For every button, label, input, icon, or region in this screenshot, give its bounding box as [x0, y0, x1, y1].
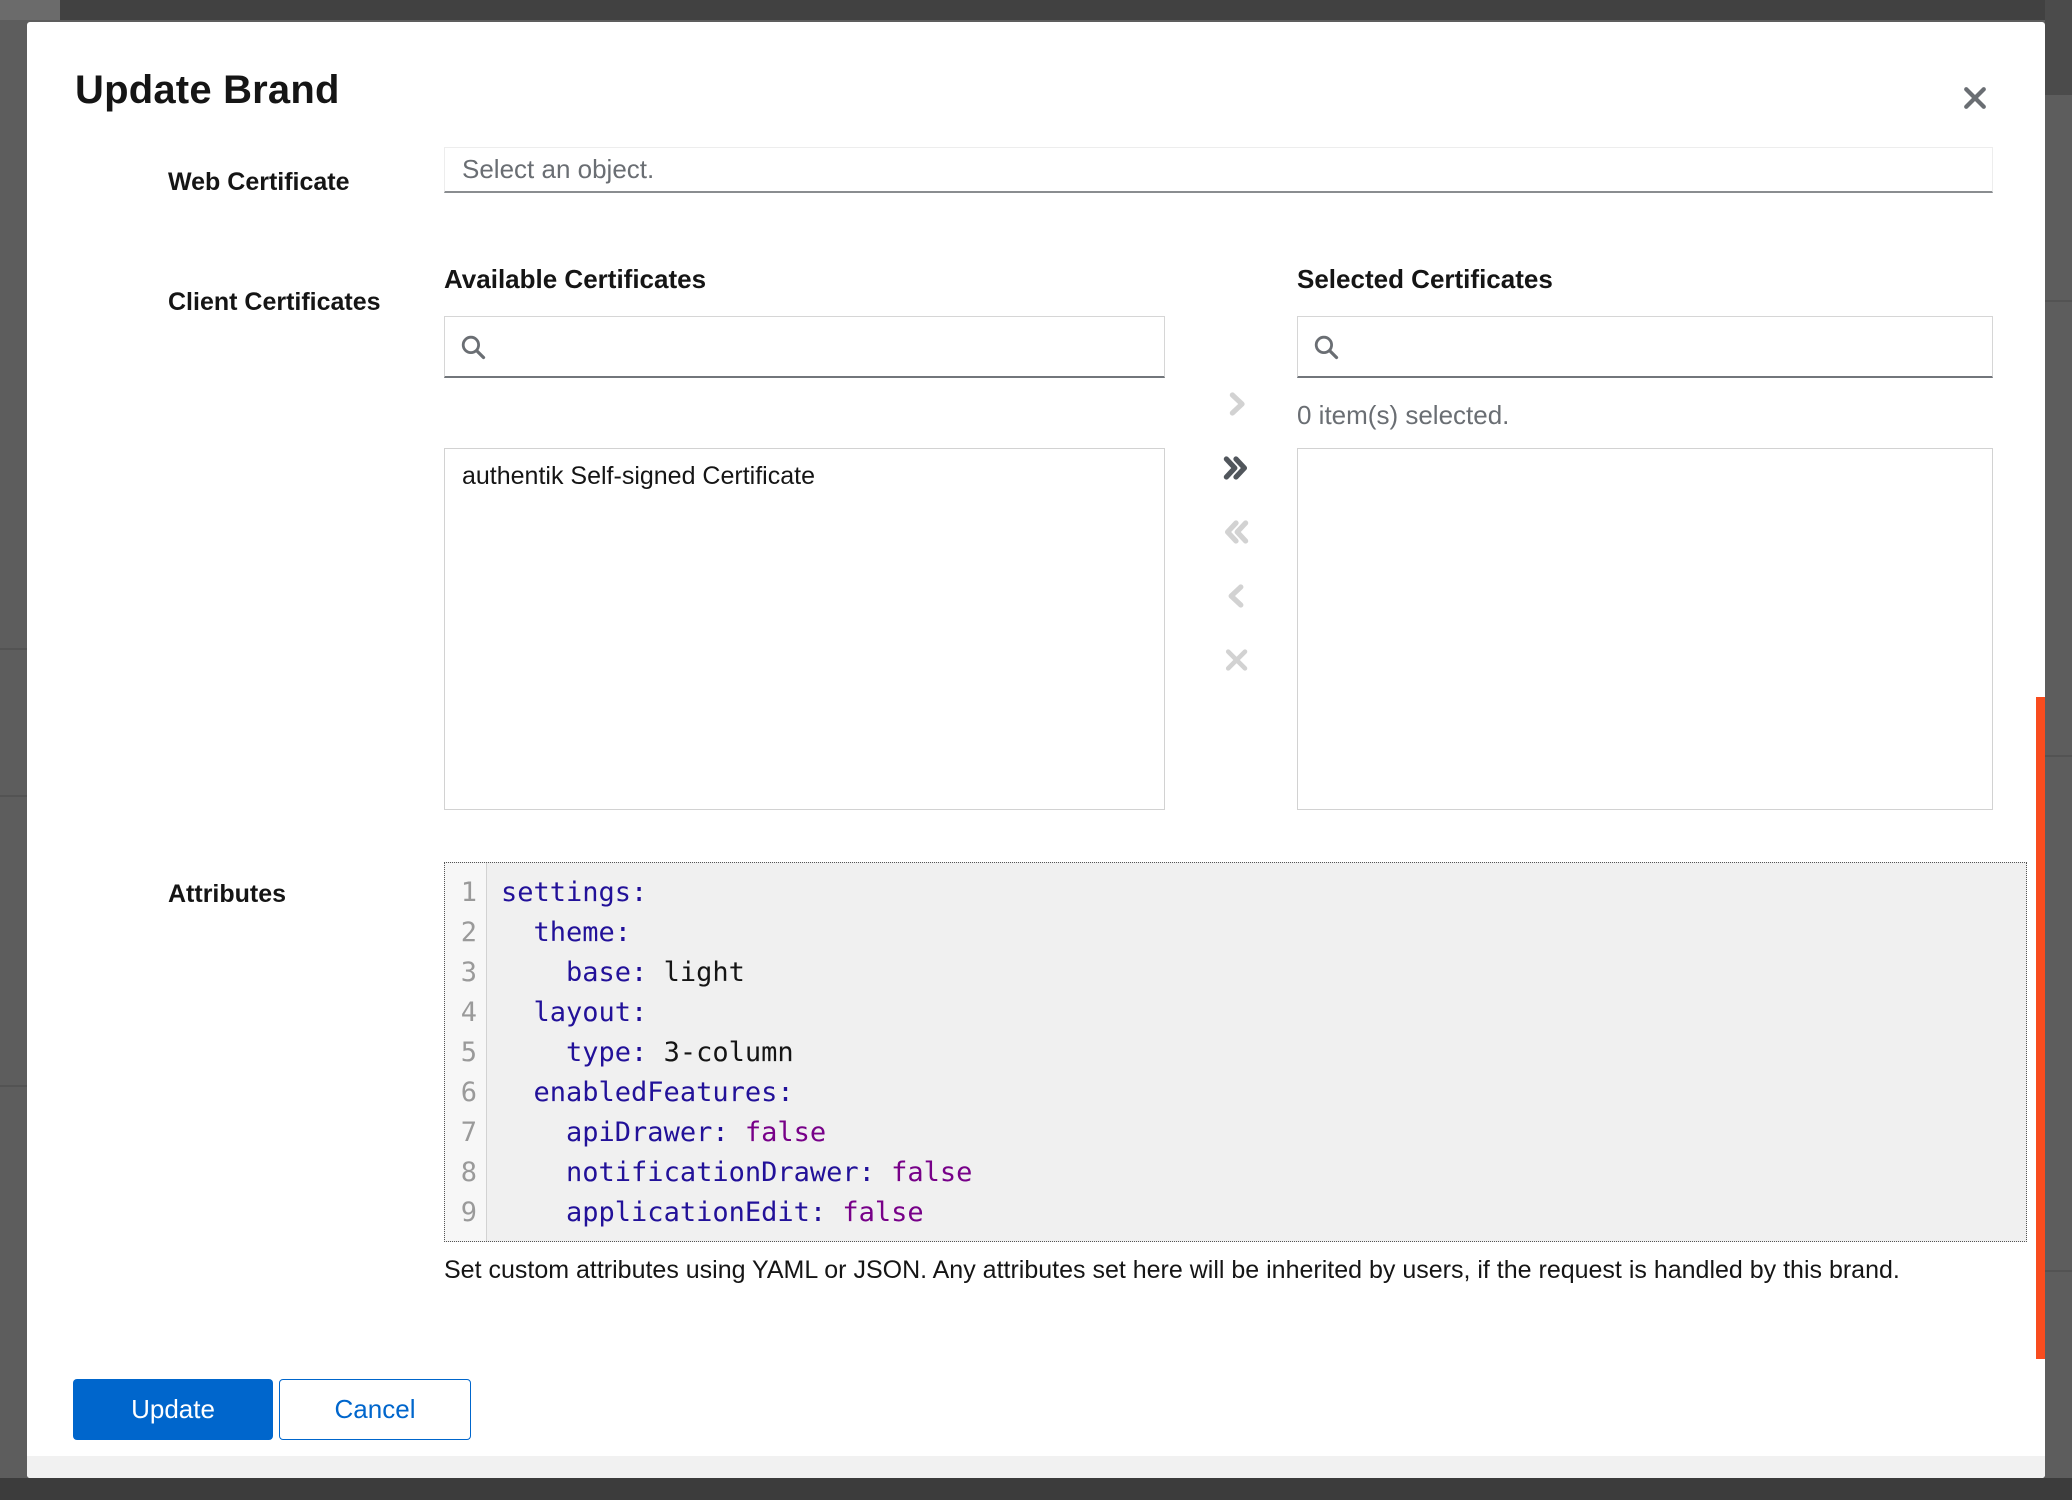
- code-line: base: light: [501, 953, 2026, 993]
- search-icon: [459, 333, 487, 361]
- move-all-to-selected-button[interactable]: [1208, 442, 1264, 494]
- code-line: settings:: [501, 873, 2026, 913]
- client-certificates-label: Client Certificates: [168, 288, 381, 317]
- code-line: theme:: [501, 913, 2026, 953]
- angle-double-left-icon: [1221, 517, 1251, 547]
- web-certificate-select[interactable]: Select an object.: [444, 147, 1993, 193]
- code-line: notificationDrawer: false: [501, 1153, 2026, 1193]
- line-number: 9: [445, 1193, 486, 1233]
- available-certificates-list[interactable]: authentik Self-signed Certificate: [444, 448, 1165, 810]
- selected-certificates-list[interactable]: [1297, 448, 1993, 810]
- code-line: type: 3-column: [501, 1033, 2026, 1073]
- angle-double-right-icon: [1221, 453, 1251, 483]
- available-search-box: [444, 316, 1165, 378]
- backdrop-top-left: [0, 0, 60, 20]
- line-number: 1: [445, 873, 486, 913]
- screen: Update Brand Web Certificate Select an o…: [0, 0, 2072, 1500]
- backdrop-row-divider: [2045, 755, 2072, 757]
- search-icon: [1312, 333, 1340, 361]
- line-number: 8: [445, 1153, 486, 1193]
- available-certificates-heading: Available Certificates: [444, 264, 706, 295]
- code-line: enabledFeatures:: [501, 1073, 2026, 1113]
- line-number: 4: [445, 993, 486, 1033]
- backdrop-row-divider: [0, 1085, 27, 1087]
- line-number: 2: [445, 913, 486, 953]
- web-certificate-label: Web Certificate: [168, 168, 350, 197]
- times-icon: [1221, 645, 1251, 675]
- cancel-button[interactable]: Cancel: [279, 1379, 471, 1440]
- line-number: 6: [445, 1073, 486, 1113]
- line-number: 5: [445, 1033, 486, 1073]
- angle-left-icon: [1221, 581, 1251, 611]
- code-editor-gutter: 123456789: [445, 863, 487, 1241]
- close-icon: [1960, 83, 1990, 113]
- attributes-code-editor[interactable]: 123456789 settings: theme: base: light l…: [444, 862, 2027, 1242]
- update-brand-modal: Update Brand Web Certificate Select an o…: [27, 22, 2045, 1478]
- selected-count-status: 0 item(s) selected.: [1297, 400, 1509, 431]
- move-selected-to-selected-button[interactable]: [1208, 378, 1264, 430]
- backdrop-bottom-band: [0, 1478, 2072, 1500]
- line-number: 3: [445, 953, 486, 993]
- code-line: apiDrawer: false: [501, 1113, 2026, 1153]
- backdrop-row-divider: [2045, 1270, 2072, 1272]
- scroll-indicator-bar: [2036, 697, 2045, 1359]
- modal-title: Update Brand: [75, 68, 340, 113]
- move-selected-to-available-button[interactable]: [1208, 570, 1264, 622]
- close-button[interactable]: [1951, 74, 1999, 122]
- angle-right-icon: [1221, 389, 1251, 419]
- clear-selection-button[interactable]: [1208, 634, 1264, 686]
- selected-search-box: [1297, 316, 1993, 378]
- dual-list-controls: [1208, 378, 1308, 686]
- update-button[interactable]: Update: [73, 1379, 273, 1440]
- web-certificate-placeholder: Select an object.: [462, 154, 654, 185]
- selected-search-input[interactable]: [1352, 317, 1978, 376]
- line-number: 7: [445, 1113, 486, 1153]
- certificate-list-item[interactable]: authentik Self-signed Certificate: [445, 449, 1164, 504]
- backdrop-top-band: [60, 0, 2072, 20]
- move-all-to-available-button[interactable]: [1208, 506, 1264, 558]
- code-editor-content: settings: theme: base: light layout: typ…: [487, 863, 2026, 1241]
- backdrop-row-divider: [0, 795, 27, 797]
- attributes-label: Attributes: [168, 880, 286, 909]
- backdrop-row-divider: [2045, 300, 2072, 302]
- modal-footer-band: [27, 1456, 2045, 1478]
- backdrop-right-block: [2045, 0, 2072, 95]
- attributes-help-text: Set custom attributes using YAML or JSON…: [444, 1254, 1964, 1286]
- code-line: layout:: [501, 993, 2026, 1033]
- available-search-input[interactable]: [499, 317, 1150, 376]
- code-line: applicationEdit: false: [501, 1193, 2026, 1233]
- selected-certificates-heading: Selected Certificates: [1297, 264, 1553, 295]
- backdrop-row-divider: [0, 648, 27, 650]
